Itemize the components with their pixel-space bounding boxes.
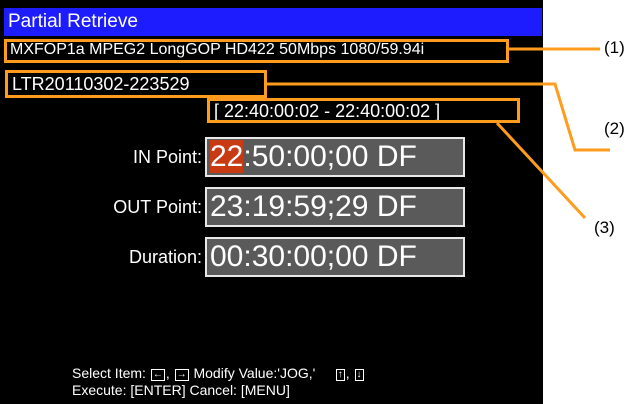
callout-lines xyxy=(267,47,610,220)
callout-line-2 xyxy=(267,82,610,152)
callout-3-label: (3) xyxy=(594,218,615,237)
callout-1-label: (1) xyxy=(604,38,625,57)
callout-2-label: (2) xyxy=(604,119,625,138)
